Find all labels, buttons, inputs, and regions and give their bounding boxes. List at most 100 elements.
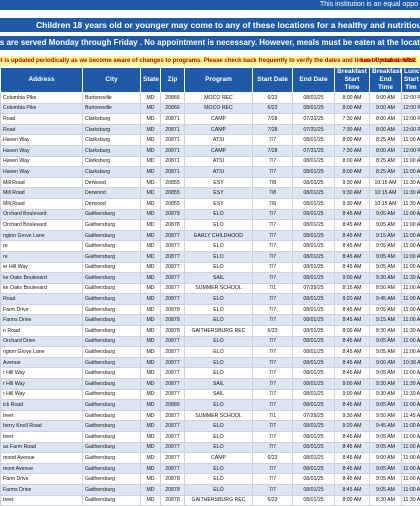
cell-state: MD (141, 124, 161, 135)
cell-end-date: 08/01/25 (293, 262, 335, 273)
cell-address: Haven Way (1, 167, 83, 178)
cell-breakfast-start: 8:45 AM (335, 357, 370, 368)
cell-end-date: 08/01/25 (293, 463, 335, 474)
column-header-city: City (83, 68, 141, 93)
cell-lunch-start: 11:00 AM (402, 230, 420, 241)
column-header-program: Program (185, 68, 253, 93)
cell-state: MD (141, 167, 161, 178)
cell-start-date: 7/1 (253, 410, 293, 421)
cell-breakfast-end: 8:25 AM (370, 135, 402, 146)
cell-breakfast-start: 8:45 AM (335, 241, 370, 252)
cell-breakfast-end: 9:00 AM (370, 357, 402, 368)
table-row: ngton Grove LaneGaithersburgMD20877ELO7/… (1, 347, 420, 358)
table-row: RoadClarksburgMD20871CAMP7/2807/31/257:3… (1, 124, 420, 135)
cell-zip: 20871 (161, 156, 185, 167)
cell-city: Burtonsville (83, 103, 141, 114)
cell-city: Gaithersburg (83, 463, 141, 474)
cell-address: berry Knoll Road (1, 421, 83, 432)
column-header-breakfast-start: Breakfast Start Time (335, 68, 370, 93)
table-row: Orchard BoulevardGaithersburgMD20878ELO7… (1, 220, 420, 231)
cell-breakfast-end: 9:05 AM (370, 209, 402, 220)
cell-program: GAITHERSBURG REC (185, 495, 253, 506)
cell-end-date: 08/01/25 (293, 209, 335, 220)
cell-start-date: 7/28 (253, 145, 293, 156)
cell-city: Gaithersburg (83, 368, 141, 379)
cell-city: Gaithersburg (83, 442, 141, 453)
table-row: Farm DriveGaithersburgMD20878ELO7/708/01… (1, 304, 420, 315)
cell-start-date: 7/7 (253, 251, 293, 262)
schedule-banner: Meals are served Monday through Friday .… (0, 36, 420, 50)
cell-state: MD (141, 188, 161, 199)
cell-breakfast-end: 9:05 AM (370, 463, 402, 474)
cell-breakfast-start: 8:45 AM (335, 442, 370, 453)
cell-breakfast-end: 9:05 AM (370, 484, 402, 495)
cell-lunch-start: 12:00 PM (402, 93, 420, 104)
cell-end-date: 08/01/25 (293, 442, 335, 453)
cell-breakfast-start: 9:30 AM (335, 410, 370, 421)
cell-lunch-start: 11:30 AM (402, 389, 420, 400)
cell-program: ESY (185, 198, 253, 209)
cell-program: ELO (185, 220, 253, 231)
cell-breakfast-end: 9:30 AM (370, 389, 402, 400)
cell-breakfast-start: 9:20 AM (335, 294, 370, 305)
cell-start-date: 7/7 (253, 336, 293, 347)
cell-lunch-start: 12:00 PM (402, 103, 420, 114)
cell-end-date: 08/01/25 (293, 432, 335, 443)
table-row: treetGaithersburgMD20878GAITHERSBURG REC… (1, 495, 420, 506)
cell-start-date: 7/8 (253, 177, 293, 188)
cell-lunch-start: 11:00 AM (402, 262, 420, 273)
cell-state: MD (141, 262, 161, 273)
cell-address: Orchard Drive (1, 336, 83, 347)
cell-start-date: 6/23 (253, 93, 293, 104)
cell-breakfast-end: 9:05 AM (370, 442, 402, 453)
column-header-start-date: Start Date (253, 68, 293, 93)
top-bar: This institution is an equal oppo (0, 0, 420, 10)
cell-program: CAMP (185, 453, 253, 464)
cell-program: ELO (185, 315, 253, 326)
cell-end-date: 08/01/25 (293, 389, 335, 400)
cell-zip: 20877 (161, 294, 185, 305)
cell-state: MD (141, 198, 161, 209)
cell-city: Gaithersburg (83, 379, 141, 390)
cell-breakfast-start: 8:45 AM (335, 463, 370, 474)
cell-zip: 20871 (161, 114, 185, 125)
cell-program: ELO (185, 474, 253, 485)
cell-breakfast-start: 8:45 AM (335, 220, 370, 231)
cell-breakfast-end: 9:45 AM (370, 421, 402, 432)
cell-breakfast-end: 9:45 AM (370, 294, 402, 305)
cell-address: Road (1, 114, 83, 125)
cell-end-date: 08/01/25 (293, 495, 335, 506)
cell-program: ATSI (185, 135, 253, 146)
cell-city: Derwood (83, 198, 141, 209)
cell-breakfast-end: 9:05 AM (370, 220, 402, 231)
cell-state: MD (141, 357, 161, 368)
cell-city: Gaithersburg (83, 357, 141, 368)
cell-breakfast-end: 9:15 AM (370, 315, 402, 326)
cell-zip: 20886 (161, 400, 185, 411)
cell-city: Gaithersburg (83, 315, 141, 326)
cell-state: MD (141, 220, 161, 231)
cell-breakfast-start: 8:15 AM (335, 283, 370, 294)
cell-state: MD (141, 315, 161, 326)
cell-zip: 20866 (161, 93, 185, 104)
cell-lunch-start: 11:00 AM (402, 368, 420, 379)
cell-zip: 20855 (161, 177, 185, 188)
cell-address: mond Avenue (1, 453, 83, 464)
cell-address: Farm Drive (1, 474, 83, 485)
cell-start-date: 7/28 (253, 114, 293, 125)
cell-lunch-start: 12:00 PM (402, 145, 420, 156)
cell-lunch-start: 11:00 AM (402, 315, 420, 326)
age-eligibility-banner: Children 18 years old or younger may com… (0, 18, 420, 32)
cell-state: MD (141, 326, 161, 337)
cell-start-date: 7/7 (253, 484, 293, 495)
cell-start-date: 7/7 (253, 442, 293, 453)
cell-state: MD (141, 304, 161, 315)
cell-breakfast-start: 8:45 AM (335, 347, 370, 358)
column-header-breakfast-end: Breakfast End Time (370, 68, 402, 93)
cell-lunch-start: 11:00 AM (402, 336, 420, 347)
cell-start-date: 7/7 (253, 262, 293, 273)
cell-zip: 20878 (161, 495, 185, 506)
table-row: RoadClarksburgMD20871CAMP7/2807/31/257:3… (1, 114, 420, 125)
schedule-text: Meals are served Monday through Friday .… (0, 36, 420, 50)
table-row: Haven WayClarksburgMD20871ATSI7/708/01/2… (1, 135, 420, 146)
